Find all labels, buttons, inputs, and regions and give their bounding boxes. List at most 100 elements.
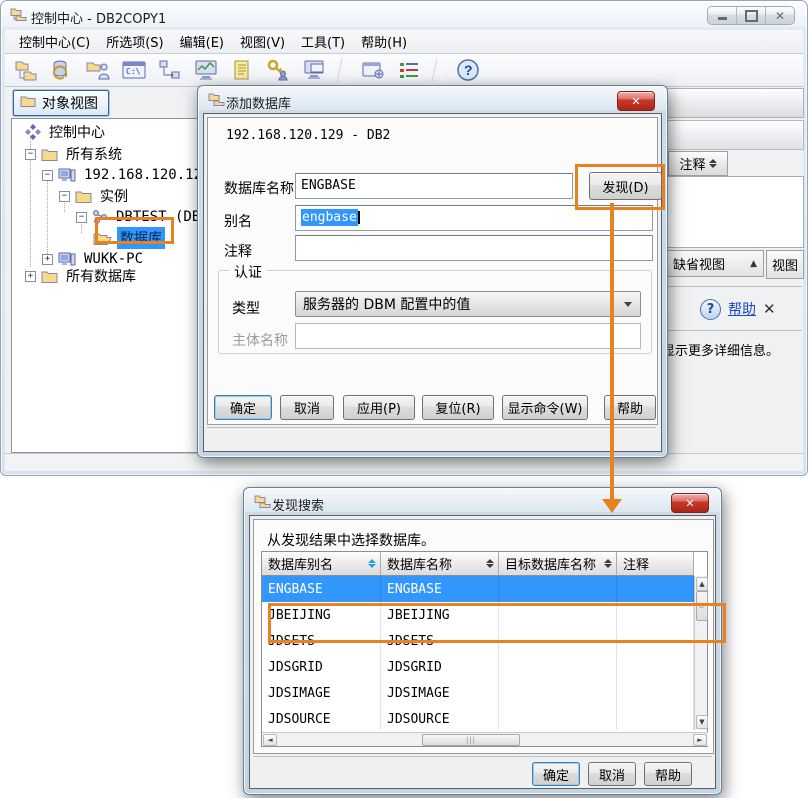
help-bar: ? 帮助 ✕	[700, 296, 804, 322]
scroll-left-button[interactable]: ◄	[263, 734, 277, 746]
toolbar-separator	[431, 58, 445, 82]
health-monitor-icon[interactable]	[193, 57, 219, 83]
apply-button[interactable]: 应用(P)	[343, 395, 415, 420]
scroll-right-button[interactable]: ►	[693, 734, 707, 746]
maximize-button[interactable]	[737, 7, 766, 24]
sort-icon	[486, 559, 494, 568]
tree-item-node-7[interactable]: + 所有数据库	[25, 266, 139, 286]
system-line: 192.168.120.129 - DB2	[226, 128, 390, 143]
details-pane-header	[666, 88, 804, 118]
help-button[interactable]: 帮助	[644, 762, 692, 786]
reset-button[interactable]: 复位(R)	[422, 395, 494, 420]
menu-tools[interactable]: 工具(T)	[293, 29, 353, 54]
vertical-scrollbar[interactable]: ▲ ≡ ▼	[694, 576, 707, 730]
horizontal-scrollbar[interactable]: ◄ ||| ►	[262, 732, 708, 746]
command-window-icon[interactable]: C:\	[121, 57, 147, 83]
view-button[interactable]: 视图	[766, 250, 804, 279]
journal-icon[interactable]	[229, 57, 255, 83]
license-key-icon[interactable]	[265, 57, 291, 83]
tab-object-view[interactable]: 对象视图	[13, 90, 109, 116]
tree-item-label: 192.168.120.129	[81, 166, 213, 184]
scroll-down-button[interactable]: ▼	[696, 715, 708, 729]
table-cell: JDSIMAGE	[381, 680, 499, 706]
ok-button[interactable]: 确定	[532, 762, 580, 786]
screen: 控制中心 - DB2COPY1 ✕ 控制中心(C) 所选项(S) 编辑(E) 视…	[0, 0, 810, 798]
close-help-icon[interactable]: ✕	[763, 300, 776, 318]
cancel-button[interactable]: 取消	[280, 395, 334, 420]
cancel-button[interactable]: 取消	[588, 762, 636, 786]
replication-icon[interactable]	[49, 57, 75, 83]
close-button[interactable]: ✕	[766, 7, 794, 24]
menu-view[interactable]: 视图(V)	[232, 29, 293, 54]
expand-icon[interactable]: +	[25, 271, 36, 282]
close-icon: ✕	[775, 11, 785, 21]
tree-item-label: 所有数据库	[63, 265, 139, 287]
menu-help[interactable]: 帮助(H)	[353, 29, 415, 54]
dialog-close-button[interactable]: ✕	[617, 91, 655, 111]
minimize-button[interactable]	[708, 7, 737, 24]
details-pane-subheader	[666, 120, 804, 150]
help-link[interactable]: 帮助	[728, 299, 756, 319]
text-caret	[358, 211, 360, 224]
task-flow-icon[interactable]	[157, 57, 183, 83]
discover-highlight-box	[575, 164, 665, 210]
table-row[interactable]: JDSIMAGEJDSIMAGE	[262, 680, 694, 706]
divider	[207, 427, 656, 428]
show-command-button[interactable]: 显示命令(W)	[502, 395, 588, 420]
scrollbar-thumb[interactable]: |||	[422, 734, 520, 746]
menu-selected[interactable]: 所选项(S)	[98, 29, 171, 54]
column-header-0[interactable]: 数据库别名	[262, 552, 381, 576]
type-label: 类型	[232, 298, 260, 318]
column-header-3[interactable]: 注释	[617, 552, 694, 576]
table-row[interactable]: JDSGRIDJDSGRID	[262, 654, 694, 680]
column-header-2[interactable]: 目标数据库名称	[499, 552, 617, 576]
maximize-icon	[745, 10, 758, 22]
ok-button[interactable]: 确定	[214, 395, 272, 420]
principal-input	[295, 323, 641, 349]
tree-item-192-168-120-129[interactable]: − 192.168.120.129	[42, 165, 213, 185]
system-icon	[58, 168, 76, 183]
dialog-body: 从发现结果中选择数据库。 数据库别名数据库名称目标数据库名称注释 ENGBASE…	[249, 515, 716, 789]
folder-icon	[75, 190, 92, 203]
dialog-close-button[interactable]: ✕	[671, 493, 709, 513]
configuration-icon[interactable]	[301, 57, 327, 83]
column-header-label: 数据库别名	[268, 554, 333, 573]
help-icon[interactable]: ?	[455, 57, 481, 83]
table-row[interactable]: JDSOURCEJDSOURCE	[262, 706, 694, 730]
scroll-up-button[interactable]: ▲	[696, 577, 708, 591]
more-info-text: 显示更多详细信息。	[662, 340, 810, 359]
annotation-arrow-head	[602, 499, 622, 513]
table-cell	[617, 654, 694, 680]
table-cell: ENGBASE	[262, 576, 381, 602]
tree-item-node-0[interactable]: 控制中心	[25, 122, 108, 142]
db-name-input[interactable]: ENGBASE	[295, 173, 573, 199]
table-cell	[617, 576, 694, 602]
tree-item-label: 所有系统	[63, 143, 125, 165]
menu-edit[interactable]: 编辑(E)	[172, 29, 232, 54]
comment-input[interactable]	[295, 235, 653, 261]
details-list	[666, 176, 804, 248]
tree-item-node-1[interactable]: − 所有系统	[25, 144, 125, 164]
hierarchy-icon[interactable]	[13, 57, 39, 83]
sort-icon	[709, 159, 717, 168]
default-view-button[interactable]: 缺省视图 ▲	[666, 250, 764, 277]
tools-setting-icon[interactable]	[360, 57, 386, 83]
legend-icon[interactable]	[396, 57, 422, 83]
table-cell	[499, 654, 617, 680]
details-comment-column-header[interactable]: 注释	[668, 151, 728, 176]
column-header-1[interactable]: 数据库名称	[381, 552, 499, 576]
table-row[interactable]: ENGBASEENGBASE	[262, 576, 694, 602]
user-tree-icon[interactable]	[85, 57, 111, 83]
help-icon[interactable]: ?	[700, 299, 721, 320]
tree-item-node-3[interactable]: −实例	[59, 186, 131, 206]
expand-icon[interactable]: +	[42, 254, 53, 265]
collapse-icon[interactable]: −	[42, 170, 53, 181]
collapse-icon[interactable]: −	[25, 149, 36, 160]
principal-label: 主体名称	[232, 330, 288, 350]
alias-label: 别名	[224, 211, 252, 231]
main-titlebar[interactable]: 控制中心 - DB2COPY1 ✕	[1, 1, 807, 29]
collapse-icon[interactable]: −	[59, 191, 70, 202]
auth-type-select[interactable]: 服务器的 DBM 配置中的值	[295, 291, 641, 317]
collapse-icon[interactable]: −	[76, 212, 87, 223]
menu-control-center[interactable]: 控制中心(C)	[11, 29, 98, 54]
